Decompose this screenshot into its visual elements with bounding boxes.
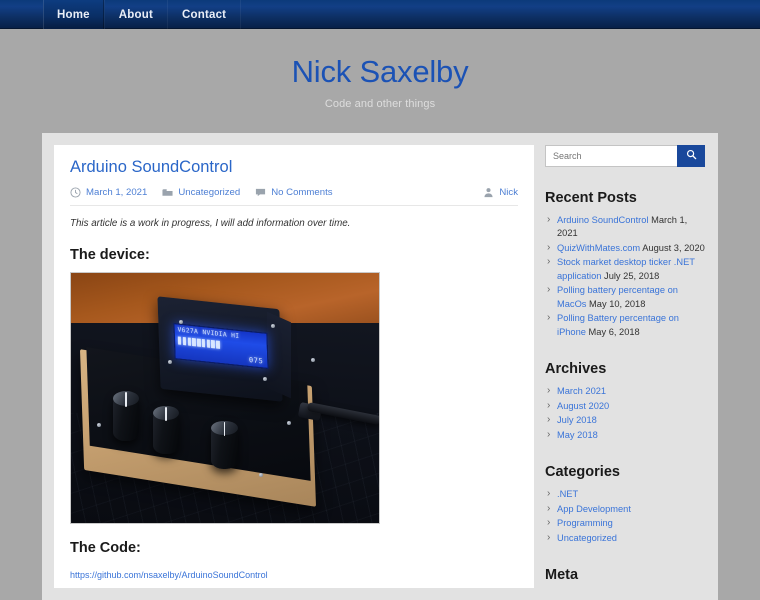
sidebar: Recent Posts Arduino SoundControl March … [545,145,705,588]
comment-icon [255,187,266,198]
site-title[interactable]: Nick Saxelby [292,52,469,87]
recent-post-link[interactable]: Arduino SoundControl [557,215,648,225]
recent-posts-widget: Recent Posts Arduino SoundControl March … [545,190,705,339]
list-item: Stock market desktop ticker .NET applica… [545,255,705,283]
categories-title: Categories [545,464,620,481]
post-intro: This article is a work in progress, I wi… [70,217,351,229]
list-item: July 2018 [545,413,705,428]
nav-item-about-label: About [118,8,153,21]
site-tagline: Code and other things [324,98,436,110]
post-author-label: Nick [499,186,518,198]
search-widget [545,145,705,167]
heading-the-device: The device: [70,246,150,263]
recent-post-date: May 10, 2018 [589,298,646,309]
nav-item-home[interactable]: Home [43,0,105,29]
nav-item-contact-label: Contact [181,8,227,21]
archive-link[interactable]: May 2018 [557,430,598,440]
category-link[interactable]: Programming [557,518,613,528]
person-icon [483,187,494,198]
list-item: QuizWithMates.com August 3, 2020 [545,241,705,256]
category-link[interactable]: App Development [557,504,631,514]
heading-the-code: The Code: [70,539,141,556]
recent-post-date: May 6, 2018 [588,326,640,337]
main-content: Arduino SoundControl March 1, 2021 Uncat… [54,145,534,588]
post-comments[interactable]: No Comments [255,186,333,198]
recent-post-date: July 25, 2018 [604,270,660,281]
post-category-label: Uncategorized [178,186,241,198]
search-icon [686,147,697,165]
site-header: Nick Saxelby Code and other things [0,29,760,133]
page-wrapper: Arduino SoundControl March 1, 2021 Uncat… [42,133,718,600]
list-item: Polling battery percentage on MacOs May … [545,283,705,311]
archives-list: March 2021 August 2020 July 2018 May 201… [545,384,705,443]
list-item: Polling Battery percentage on iPhone May… [545,311,705,339]
recent-posts-list: Arduino SoundControl March 1, 2021 QuizW… [545,213,705,339]
list-item: Uncategorized [545,530,705,545]
nav-item-about[interactable]: About [105,0,168,29]
recent-post-link[interactable]: QuizWithMates.com [557,243,640,253]
archive-link[interactable]: August 2020 [557,401,609,411]
category-link[interactable]: Uncategorized [557,533,617,543]
categories-list: .NET App Development Programming Uncateg… [545,487,705,545]
list-item: .NET [545,487,705,502]
github-repo-link[interactable]: https://github.com/nsaxelby/ArduinoSound… [70,570,268,580]
list-item: Arduino SoundControl March 1, 2021 [545,213,705,241]
list-item: Programming [545,516,705,531]
top-navigation: Home About Contact [0,0,760,29]
post-date-label: March 1, 2021 [86,186,148,198]
list-item: May 2018 [545,428,705,443]
post-comments-label: No Comments [271,186,333,198]
post-meta: March 1, 2021 Uncategorized No Comments … [70,187,518,206]
clock-icon [70,187,81,198]
recent-post-date: August 3, 2020 [642,242,705,253]
meta-title: Meta [545,566,579,583]
meta-widget: Meta Log in Entries feed [545,567,705,588]
search-button[interactable] [677,145,705,167]
device-photo: V627A NVIDIA HI 075 [70,271,380,524]
nav-item-home-label: Home [57,8,90,21]
nav-left-spacer [0,0,43,29]
archive-link[interactable]: July 2018 [557,415,597,425]
archives-widget: Archives March 2021 August 2020 July 201… [545,361,705,442]
post-date[interactable]: March 1, 2021 [70,187,147,198]
list-item: August 2020 [545,399,705,414]
list-item: March 2021 [545,384,705,399]
post-category[interactable]: Uncategorized [162,187,240,198]
categories-widget: Categories .NET App Development Programm… [545,464,705,545]
folder-icon [162,187,173,198]
recent-posts-title: Recent Posts [545,190,637,206]
archive-link[interactable]: March 2021 [557,386,606,396]
post-author[interactable]: Nick [483,187,518,198]
search-input[interactable] [545,145,677,167]
archives-title: Archives [545,361,607,378]
post-title[interactable]: Arduino SoundControl [70,158,518,178]
nav-item-contact[interactable]: Contact [168,0,242,29]
category-link[interactable]: .NET [557,489,578,499]
photo-screws [71,273,379,523]
list-item: App Development [545,502,705,517]
